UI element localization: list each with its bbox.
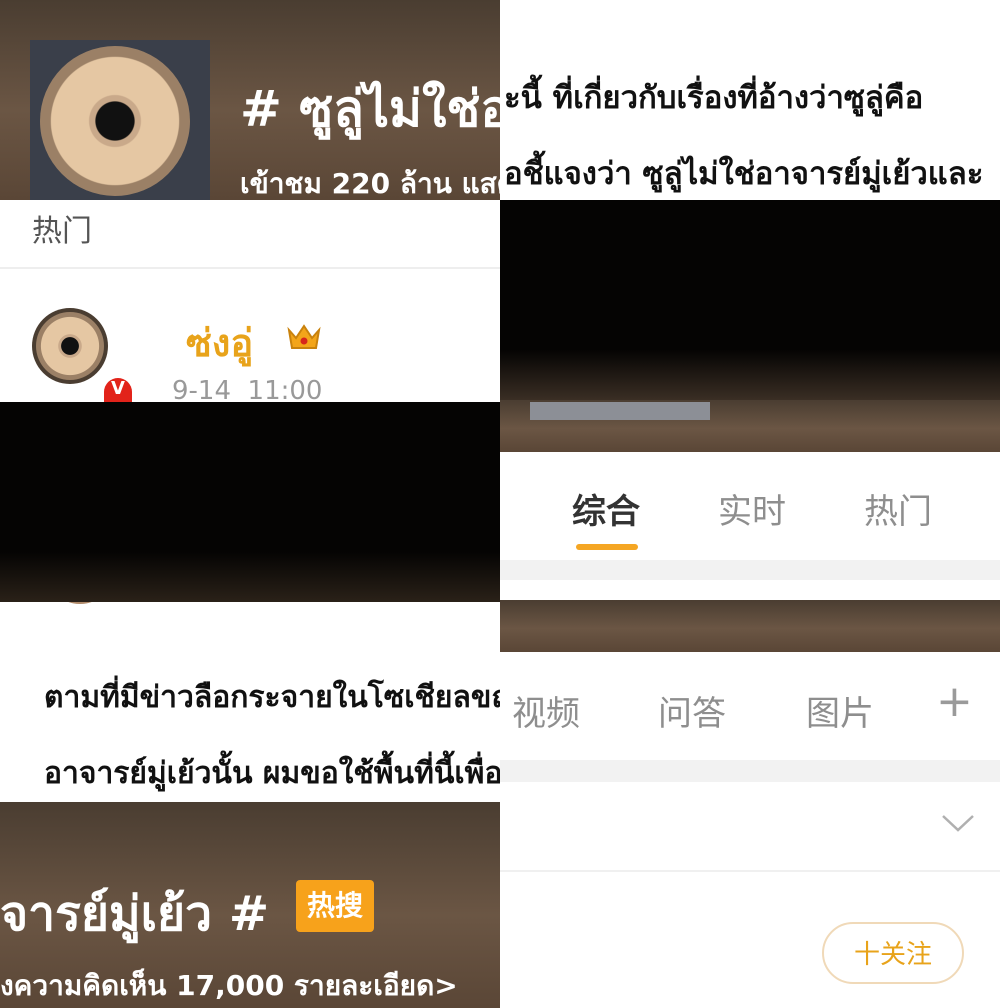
post-body: ตามที่มีข่าวลือกระจายในโซเชียลขณ อาจารย์…	[0, 602, 500, 802]
tab-bar-primary: 综合 实时 热门	[500, 452, 1000, 600]
crown-icon	[286, 322, 322, 352]
post-heading-line-1: ะนี้ ที่เกี่ยวกับเรื่องที่อ้างว่าซูลู่คื…	[504, 80, 924, 116]
avatar[interactable]	[32, 308, 108, 384]
topic-stats: เข้าชม 220 ล้าน แสด	[240, 167, 500, 200]
fade-band-right	[500, 350, 1000, 400]
redacted-area-right	[500, 200, 1000, 400]
divider	[500, 870, 1000, 872]
post-heading: ะนี้ ที่เกี่ยวกับเรื่องที่อ้างว่าซูลู่คื…	[500, 0, 1000, 200]
tab-realtime[interactable]: 实时	[718, 484, 786, 533]
avatar-disc-icon	[36, 312, 104, 380]
topic-footer: จารย์มู่เย้ว # 热搜 งความคิดเห็น 17,000 รา…	[0, 802, 500, 1008]
redacted-area	[0, 402, 500, 602]
post-body-line-1: ตามที่มีข่าวลือกระจายในโซเชียลขณ	[44, 680, 500, 715]
active-tab-indicator	[576, 544, 638, 550]
chevron-down-icon[interactable]	[940, 812, 976, 834]
divider	[0, 267, 500, 269]
verified-icon: V	[104, 378, 132, 402]
tab-hot[interactable]: 热门	[864, 484, 932, 533]
plus-icon[interactable]: +	[936, 676, 973, 727]
follow-button[interactable]: 十关注	[822, 922, 964, 984]
topic-header: # ซูลู่ไม่ใช่อ เข้าชม 220 ล้าน แสด	[0, 0, 500, 200]
tab-images[interactable]: 图片	[806, 686, 874, 735]
divider	[500, 760, 1000, 782]
post-author-panel: 热门 V ซ่งอู่ 9-14 11:00	[0, 200, 500, 402]
post-heading-line-2: อชี้แจงว่า ซูลู่ไม่ใช่อาจารย์มู่เย้วและ	[504, 156, 984, 192]
fade-band	[0, 552, 500, 602]
author-name[interactable]: ซ่งอู่	[186, 312, 253, 373]
tab-video[interactable]: 视频	[512, 686, 580, 735]
section-label-hot: 热门	[32, 214, 92, 249]
topic-cover-image[interactable]	[30, 40, 210, 200]
topic-title: # ซูลู่ไม่ใช่อ	[240, 80, 500, 138]
header-strip-2	[500, 600, 1000, 652]
tab-comprehensive[interactable]: 综合	[572, 484, 640, 533]
header-strip	[500, 400, 1000, 452]
cd-disc-icon	[40, 46, 190, 196]
post-body-line-2: อาจารย์มู่เย้วนั้น ผมขอใช้พื้นที่นี้เพื่…	[44, 756, 500, 791]
hot-search-badge[interactable]: 热搜	[296, 880, 374, 932]
post-timestamp: 9-14 11:00	[172, 376, 323, 402]
tab-qa[interactable]: 问答	[658, 686, 726, 735]
topic-title-end: จารย์มู่เย้ว #	[0, 886, 270, 942]
divider	[500, 560, 1000, 580]
blurred-bar	[530, 402, 710, 420]
topic-stats-end[interactable]: งความคิดเห็น 17,000 รายละเอียด>	[0, 964, 458, 1008]
avatar-fragment	[45, 602, 135, 612]
tab-bar-secondary: 视频 问答 图片 + 十关注	[500, 652, 1000, 1008]
